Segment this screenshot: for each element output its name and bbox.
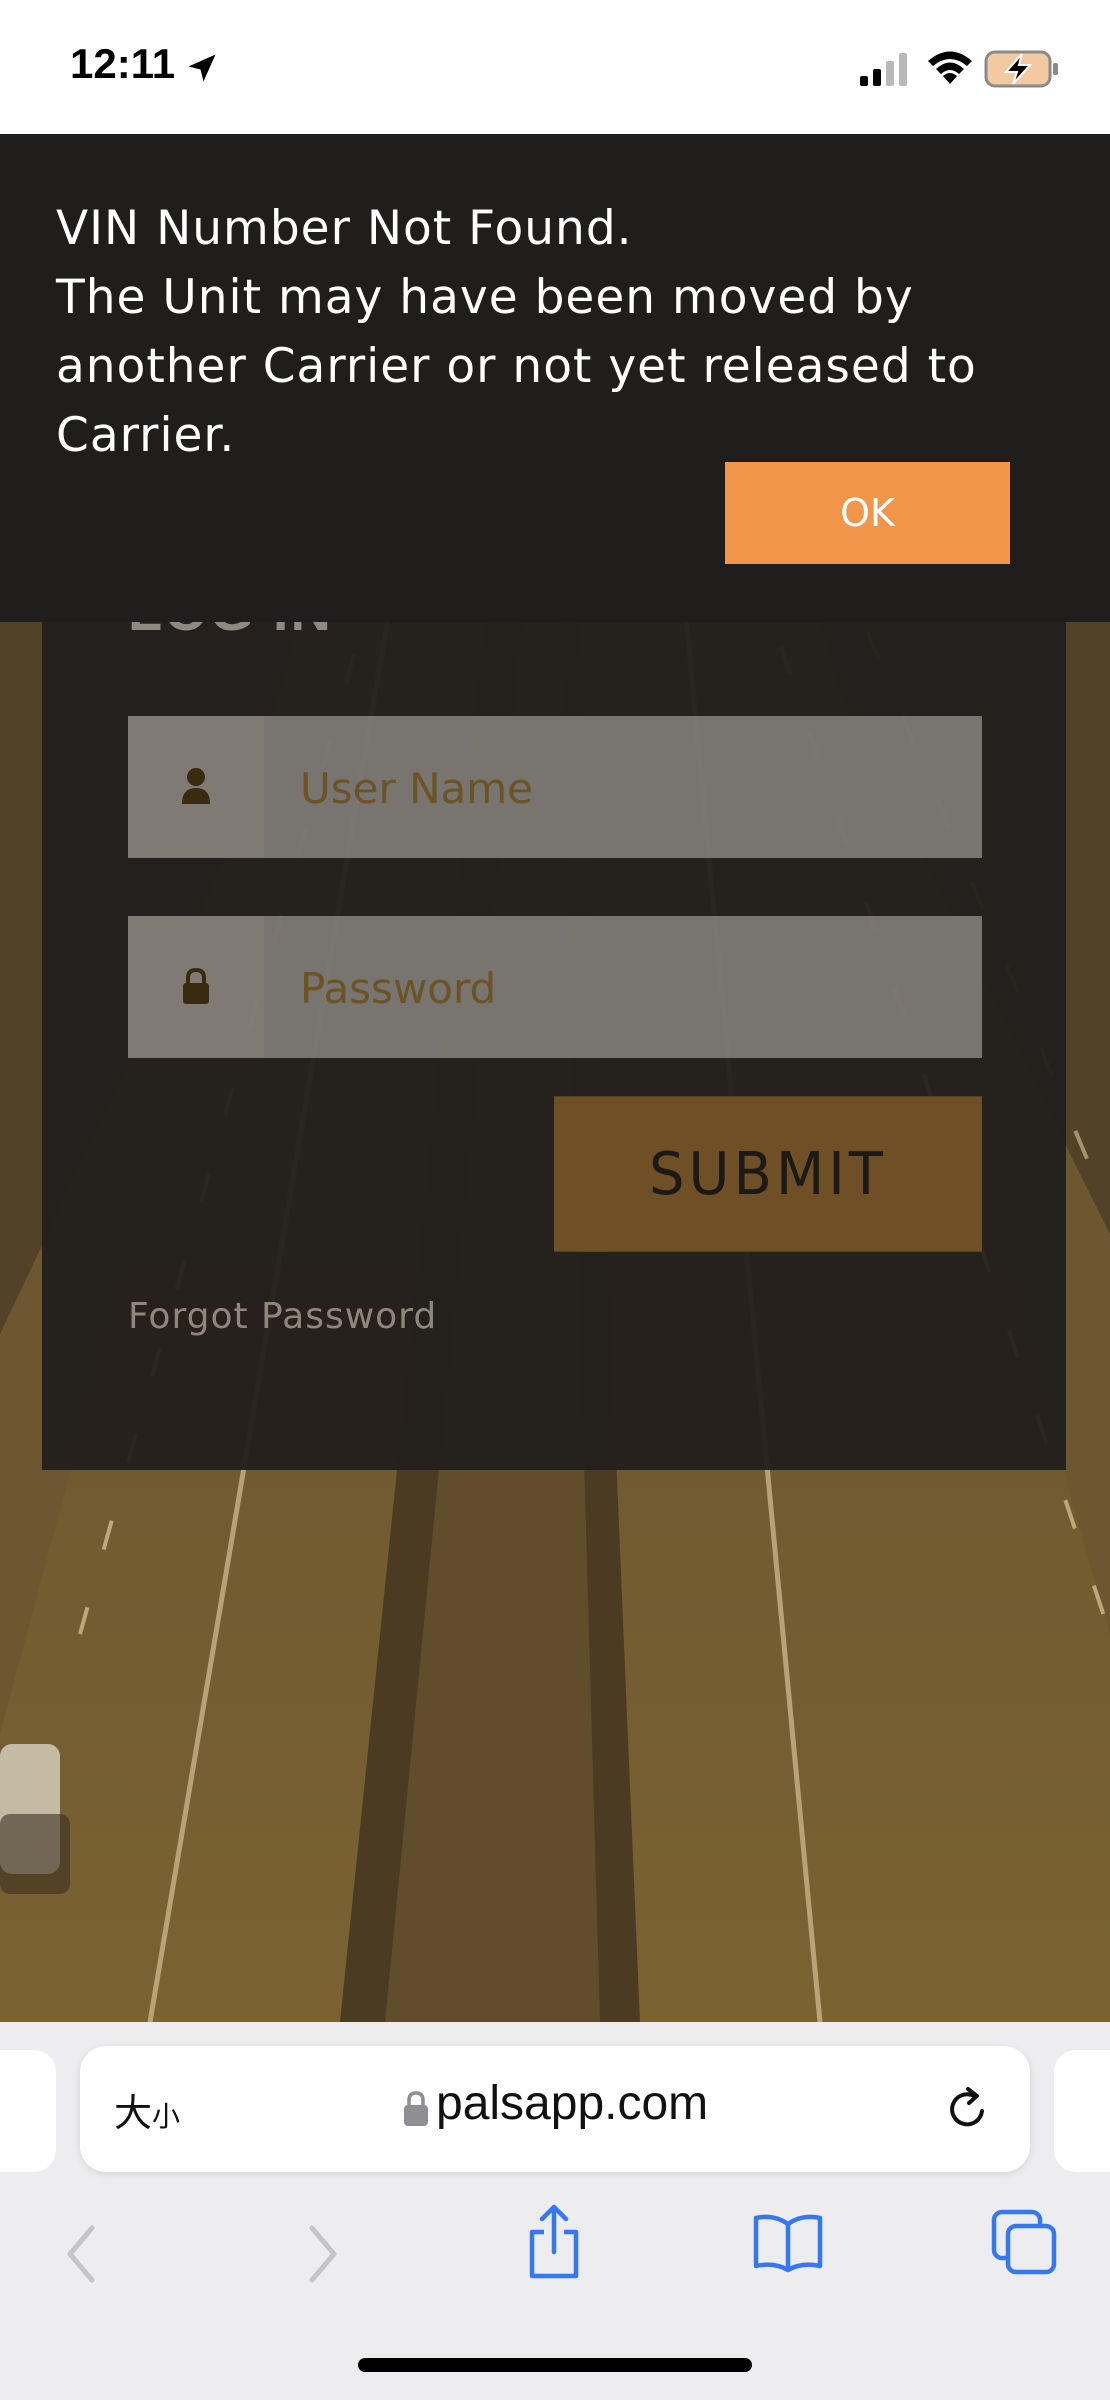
tabs-icon[interactable]	[990, 2208, 1058, 2276]
browser-bottom-bar: 大小 palsapp.com	[0, 2022, 1110, 2400]
submit-button[interactable]: SUBMIT	[554, 1096, 982, 1252]
share-icon[interactable]	[524, 2202, 584, 2282]
address-bar[interactable]: 大小 palsapp.com	[80, 2046, 1030, 2172]
user-icon-cell	[128, 716, 264, 858]
alert-line: Carrier.	[56, 408, 236, 463]
alert-line: The Unit may have been moved by	[56, 270, 914, 325]
next-tab-preview[interactable]	[1054, 2050, 1110, 2172]
secure-lock-icon	[404, 2091, 428, 2126]
password-input[interactable]	[298, 916, 962, 1060]
home-indicator	[358, 2358, 752, 2372]
text-size-button[interactable]: 大小	[114, 2082, 180, 2137]
username-field[interactable]	[128, 716, 982, 860]
location-arrow-icon	[188, 54, 216, 82]
back-icon[interactable]	[62, 2222, 102, 2286]
text-size-small-glyph: 小	[152, 2100, 181, 2133]
text-size-big-glyph: 大	[114, 2091, 153, 2135]
password-field[interactable]	[128, 916, 982, 1060]
username-input[interactable]	[298, 716, 962, 860]
alert-dialog: VIN Number Not Found. The Unit may have …	[0, 134, 1110, 622]
lock-icon	[183, 967, 209, 1004]
lock-icon-cell	[128, 916, 264, 1058]
url-text: palsapp.com	[436, 2077, 709, 2130]
wifi-icon	[928, 51, 972, 84]
login-screen: 12:11 User Name SUBMIT Forgot Password V…	[0, 0, 1110, 2400]
reload-icon[interactable]	[942, 2084, 992, 2134]
alert-line: VIN Number Not Found.	[56, 201, 633, 256]
forgot-password-link[interactable]: Forgot Password	[128, 1296, 437, 1337]
alert-line: another Carrier or not yet released to	[56, 339, 977, 394]
status-bar: 12:11	[0, 0, 1110, 134]
cellular-signal-icon	[860, 53, 907, 86]
user-icon	[182, 768, 210, 804]
bookmarks-icon[interactable]	[752, 2210, 824, 2274]
ok-button[interactable]: OK	[725, 462, 1010, 564]
forward-icon[interactable]	[302, 2222, 342, 2286]
battery-charging-icon	[984, 50, 1058, 88]
previous-tab-preview[interactable]	[0, 2050, 56, 2172]
status-time: 12:11	[70, 40, 176, 87]
alert-message: VIN Number Not Found. The Unit may have …	[56, 194, 1056, 470]
